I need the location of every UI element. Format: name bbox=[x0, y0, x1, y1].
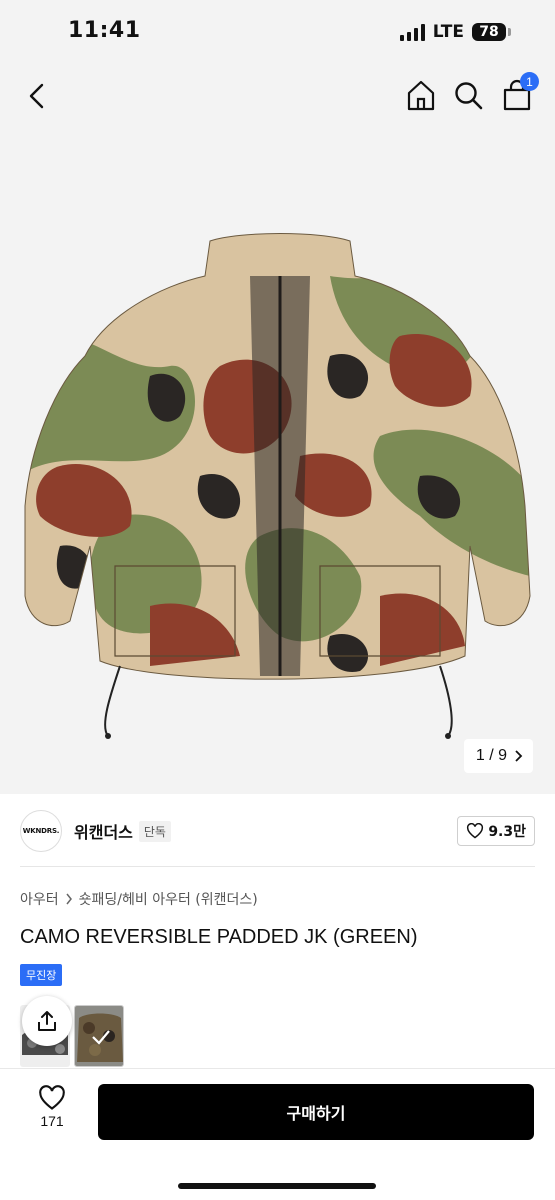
product-title: CAMO REVERSIBLE PADDED JK (GREEN) bbox=[20, 926, 418, 948]
home-indicator bbox=[178, 1183, 376, 1189]
battery-icon: 78 bbox=[472, 23, 511, 41]
back-button[interactable] bbox=[22, 80, 54, 112]
home-icon bbox=[407, 80, 435, 111]
image-page-counter[interactable]: 1 / 9 bbox=[463, 739, 533, 773]
brand-like-count: 9.3만 bbox=[488, 824, 526, 840]
product-image bbox=[24, 233, 531, 739]
shipping-badge: 무진장 bbox=[20, 964, 63, 986]
page-counter-text: 1 / 9 bbox=[475, 747, 507, 764]
network-label: LTE bbox=[432, 22, 464, 42]
share-button[interactable] bbox=[22, 996, 72, 1046]
brand-like-button[interactable]: 9.3만 bbox=[457, 816, 535, 846]
header-actions: 1 bbox=[405, 72, 539, 112]
battery-level: 78 bbox=[472, 23, 506, 41]
wishlist-button[interactable]: 171 bbox=[34, 1085, 70, 1129]
thumbnail-option-selected[interactable] bbox=[74, 1005, 124, 1067]
back-icon bbox=[29, 83, 44, 109]
status-indicators: LTE 78 bbox=[399, 22, 511, 42]
search-button[interactable] bbox=[453, 78, 485, 112]
breadcrumb: 아우터 숏패딩/헤비 아우터 (위캔더스) bbox=[20, 889, 258, 909]
exclusive-tag: 단독 bbox=[138, 820, 171, 842]
heart-icon bbox=[39, 1085, 65, 1110]
cart-button[interactable]: 1 bbox=[501, 72, 539, 112]
chevron-right-icon bbox=[66, 893, 72, 905]
status-bar: 11:41 LTE 78 bbox=[0, 0, 555, 66]
brand-name[interactable]: 위캔더스 bbox=[74, 819, 133, 843]
wishlist-count: 171 bbox=[40, 1113, 64, 1129]
buy-button[interactable]: 구매하기 bbox=[98, 1084, 534, 1140]
share-icon bbox=[38, 1011, 56, 1031]
brand-row: WKNDRS. 위캔더스 단독 9.3만 bbox=[20, 808, 535, 854]
bottom-action-bar: 171 구매하기 bbox=[0, 1068, 555, 1200]
breadcrumb-child[interactable]: 숏패딩/헤비 아우터 (위캔더스) bbox=[79, 889, 258, 909]
cart-count-badge: 1 bbox=[520, 72, 539, 91]
heart-icon bbox=[467, 823, 484, 839]
home-button[interactable] bbox=[405, 78, 437, 112]
search-icon bbox=[455, 82, 483, 110]
breadcrumb-parent[interactable]: 아우터 bbox=[20, 889, 59, 909]
status-time: 11:41 bbox=[68, 18, 141, 43]
brand-logo[interactable]: WKNDRS. bbox=[20, 810, 62, 852]
divider bbox=[20, 866, 535, 867]
product-gallery[interactable]: 1 1 / 9 bbox=[0, 66, 555, 794]
signal-icon bbox=[399, 23, 425, 41]
chevron-right-icon bbox=[515, 750, 523, 762]
